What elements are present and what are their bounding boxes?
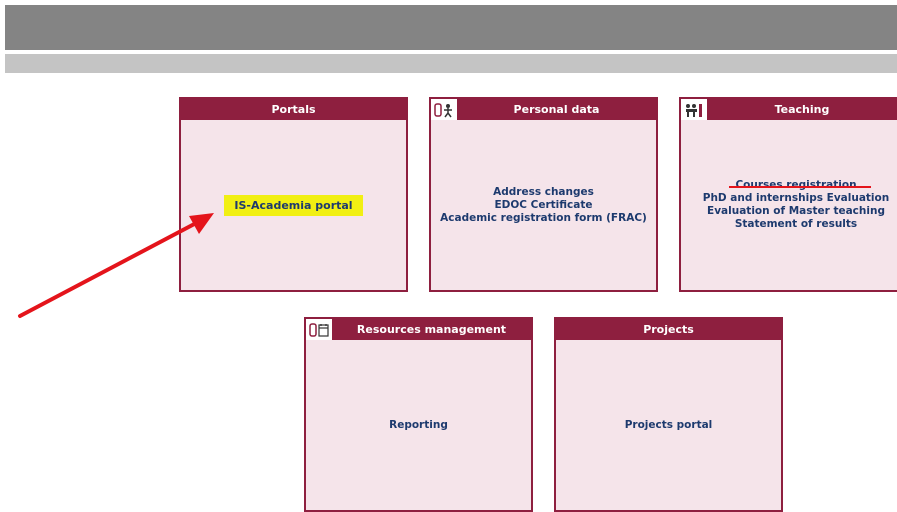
red-arrow-annotation [18,213,214,318]
